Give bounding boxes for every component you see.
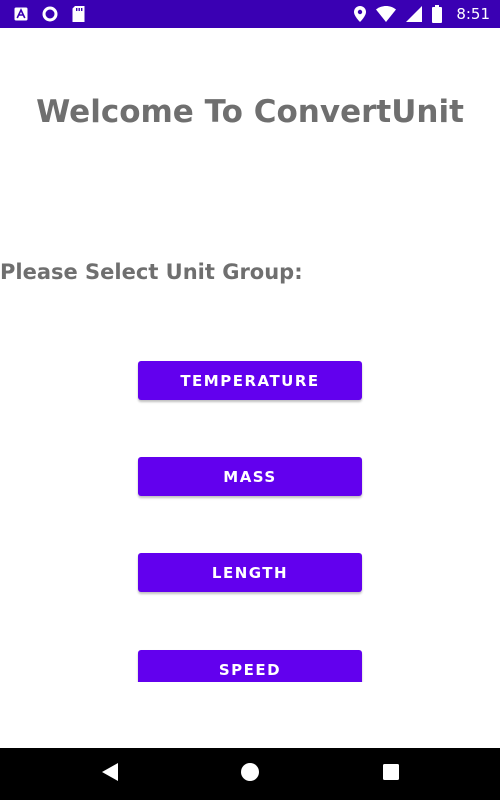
page-title: Welcome To ConvertUnit (36, 94, 464, 130)
content-area: Welcome To ConvertUnit Please Select Uni… (0, 0, 500, 682)
app-screen: 8:51 Welcome To ConvertUnit Please Selec… (0, 0, 500, 800)
home-icon (240, 762, 260, 786)
home-button[interactable] (238, 762, 262, 786)
mass-button[interactable]: MASS (138, 457, 362, 496)
recent-apps-button[interactable] (379, 762, 403, 786)
mass-button-label: MASS (223, 467, 277, 486)
speed-button-label: SPEED (218, 660, 282, 679)
speed-button[interactable]: SPEED (138, 650, 362, 682)
temperature-button-label: TEMPERATURE (180, 371, 320, 390)
back-icon (100, 762, 120, 786)
navigation-bar (0, 748, 500, 800)
back-button[interactable] (98, 762, 122, 786)
temperature-button[interactable]: TEMPERATURE (138, 361, 362, 400)
length-button-label: LENGTH (211, 563, 289, 582)
recent-apps-icon (382, 763, 400, 785)
select-prompt: Please Select Unit Group: (0, 260, 303, 284)
length-button[interactable]: LENGTH (138, 553, 362, 592)
